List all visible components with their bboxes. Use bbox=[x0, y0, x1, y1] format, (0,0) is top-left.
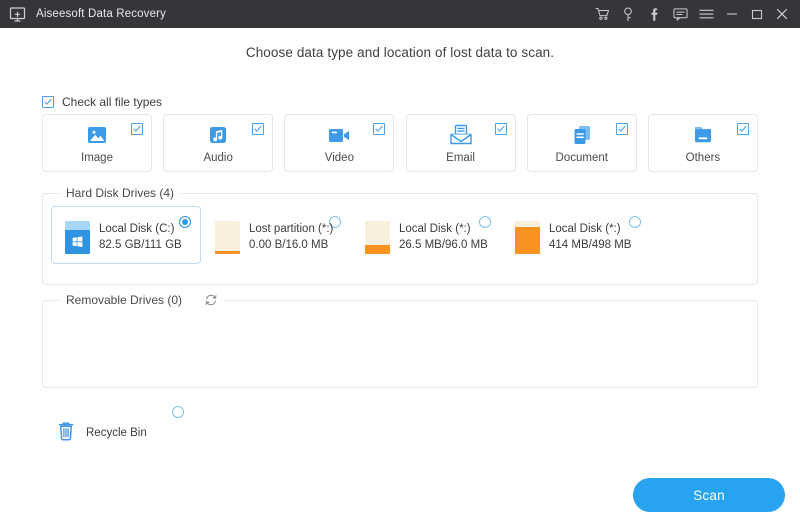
file-type-card-image[interactable]: Image bbox=[42, 114, 152, 172]
drive-body: Local Disk (*:) 414 MB/498 MB bbox=[515, 221, 631, 254]
file-type-label: Image bbox=[81, 152, 113, 164]
file-type-card-document[interactable]: Document bbox=[526, 114, 637, 172]
hard-disk-drives-legend-text: Hard Disk Drives (4) bbox=[66, 186, 175, 200]
hard-disk-drive-list: Local Disk (C:) 82.5 GB/111 GB Lost part… bbox=[51, 206, 651, 264]
windows-logo-icon bbox=[72, 236, 83, 248]
application-window: Aiseesoft Data Recovery Choose data type… bbox=[0, 0, 800, 512]
drive-size: 414 MB/498 MB bbox=[549, 239, 632, 251]
check-all-file-types[interactable]: Check all file types bbox=[42, 95, 162, 109]
page-headline: Choose data type and location of lost da… bbox=[245, 45, 555, 60]
menu-icon[interactable] bbox=[693, 1, 719, 27]
file-type-card-others[interactable]: Others bbox=[647, 114, 758, 172]
drive-name: Lost partition (*:) bbox=[249, 223, 334, 235]
cart-icon[interactable] bbox=[589, 1, 615, 27]
checkbox-icon[interactable] bbox=[42, 96, 54, 108]
drive-item-local-disk-4[interactable]: Local Disk (*:) 414 MB/498 MB bbox=[501, 206, 651, 264]
main-content: Choose data type and location of lost da… bbox=[0, 28, 800, 512]
removable-drives-legend: Removable Drives (0) bbox=[59, 293, 226, 307]
hard-disk-drives-group: Hard Disk Drives (4) Local Disk (C:) 82.… bbox=[42, 186, 758, 285]
title-bar: Aiseesoft Data Recovery bbox=[0, 0, 800, 28]
drive-usage-bar bbox=[365, 221, 390, 254]
key-icon[interactable] bbox=[615, 1, 641, 27]
drive-body: Lost partition (*:) 0.00 B/16.0 MB bbox=[215, 221, 333, 254]
image-icon bbox=[43, 122, 151, 148]
email-icon bbox=[407, 122, 515, 148]
minimize-icon[interactable] bbox=[719, 1, 744, 27]
drive-usage-bar bbox=[65, 221, 90, 254]
drive-text: Local Disk (C:) 82.5 GB/111 GB bbox=[99, 221, 182, 253]
drive-usage-bar bbox=[215, 221, 240, 254]
drive-item-lost-partition[interactable]: Lost partition (*:) 0.00 B/16.0 MB bbox=[201, 206, 351, 264]
recycle-bin-label: Recycle Bin bbox=[86, 426, 147, 439]
removable-drives-group: Removable Drives (0) bbox=[42, 293, 758, 388]
drive-text: Local Disk (*:) 414 MB/498 MB bbox=[549, 221, 631, 253]
document-icon bbox=[528, 122, 636, 148]
drive-body: Local Disk (C:) 82.5 GB/111 GB bbox=[65, 221, 182, 254]
folder-icon bbox=[649, 122, 757, 148]
hard-disk-drives-legend: Hard Disk Drives (4) bbox=[59, 186, 182, 200]
drive-body: Local Disk (*:) 26.5 MB/96.0 MB bbox=[365, 221, 488, 254]
check-all-label: Check all file types bbox=[62, 95, 163, 109]
drive-item-local-disk-3[interactable]: Local Disk (*:) 26.5 MB/96.0 MB bbox=[351, 206, 501, 264]
drive-size: 0.00 B/16.0 MB bbox=[249, 239, 329, 251]
removable-drives-legend-text: Removable Drives (0) bbox=[66, 293, 183, 307]
recycle-bin-item[interactable]: Recycle Bin bbox=[52, 400, 192, 448]
drive-name: Local Disk (C:) bbox=[99, 223, 175, 235]
file-type-card-audio[interactable]: Audio bbox=[163, 114, 274, 172]
file-type-label: Video bbox=[324, 152, 354, 164]
feedback-icon[interactable] bbox=[667, 1, 693, 27]
scan-button[interactable]: Scan bbox=[633, 478, 785, 512]
file-type-label: Audio bbox=[203, 152, 233, 164]
file-type-card-video[interactable]: Video bbox=[284, 114, 395, 172]
drive-text: Local Disk (*:) 26.5 MB/96.0 MB bbox=[399, 221, 488, 253]
video-icon bbox=[285, 122, 393, 148]
audio-icon bbox=[164, 122, 272, 148]
facebook-icon[interactable] bbox=[641, 1, 667, 27]
drive-name: Local Disk (*:) bbox=[549, 223, 621, 235]
maximize-icon[interactable] bbox=[744, 1, 769, 27]
drive-item-local-disk-c[interactable]: Local Disk (C:) 82.5 GB/111 GB bbox=[51, 206, 201, 264]
window-title: Aiseesoft Data Recovery bbox=[36, 8, 167, 20]
monitor-plus-icon bbox=[9, 6, 26, 23]
drive-usage-bar bbox=[515, 221, 540, 254]
file-type-card-email[interactable]: Email bbox=[405, 114, 516, 172]
file-type-label: Others bbox=[685, 152, 721, 164]
drive-size: 82.5 GB/111 GB bbox=[99, 239, 182, 251]
refresh-icon[interactable] bbox=[204, 293, 218, 307]
drive-name: Local Disk (*:) bbox=[399, 223, 471, 235]
file-type-label: Email bbox=[446, 152, 475, 164]
trash-icon bbox=[56, 420, 76, 445]
recycle-bin-radio[interactable] bbox=[172, 406, 184, 418]
recycle-bin-body: Recycle Bin bbox=[56, 420, 147, 445]
drive-size: 26.5 MB/96.0 MB bbox=[399, 239, 488, 251]
close-icon[interactable] bbox=[769, 1, 794, 27]
titlebar-controls bbox=[589, 1, 794, 27]
file-type-list: Image Audio Video Email Document Others bbox=[42, 114, 758, 172]
drive-text: Lost partition (*:) 0.00 B/16.0 MB bbox=[249, 221, 333, 253]
file-type-label: Document bbox=[555, 152, 608, 164]
